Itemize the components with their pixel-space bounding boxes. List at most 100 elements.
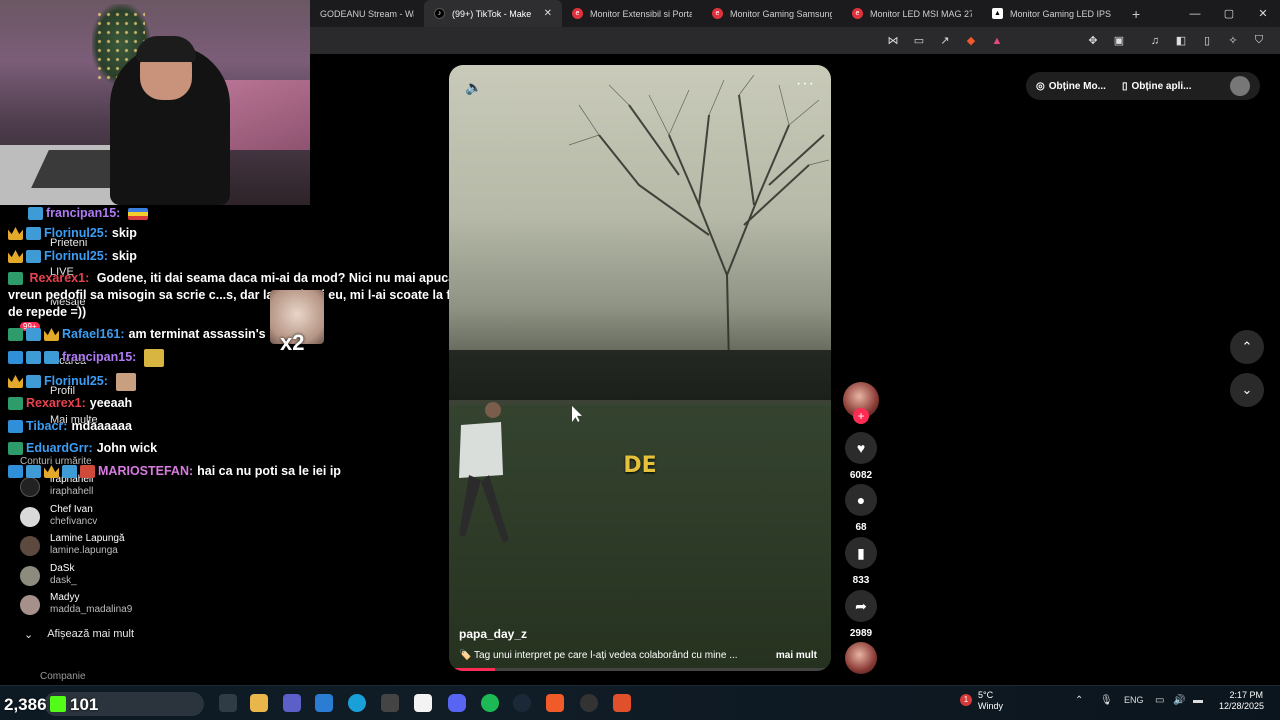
previous-video-button[interactable]: ⌃ [1230, 330, 1264, 364]
chat-message: francipan15: [8, 348, 165, 367]
chat-message: Florinul25: skip [8, 247, 137, 266]
microphone-icon[interactable]: 🎙 [1100, 695, 1113, 706]
weather-widget[interactable]: 1 5°C Windy [960, 690, 1003, 712]
volume-tray-icon[interactable]: 🔊 [1173, 695, 1185, 706]
kick-logo-icon [50, 696, 66, 712]
get-coins-button[interactable]: ◎ Obține Mo... [1036, 81, 1106, 92]
app-icon[interactable] [381, 694, 399, 712]
followed-account[interactable]: Chef Ivan chefivancv [20, 504, 220, 530]
comment-button[interactable]: ● 68 [842, 484, 880, 533]
chevron-up-icon: ⌃ [1241, 339, 1253, 354]
tab-label: (99+) TikTok - Make Y [452, 8, 533, 19]
brave-shield-icon[interactable]: ◆ [962, 34, 980, 47]
followed-account[interactable]: Madyy madda_madalina9 [20, 592, 220, 618]
tab-monitor-lg[interactable]: ▲ Monitor Gaming LED IPS [982, 0, 1122, 27]
author-avatar[interactable]: + [842, 382, 880, 424]
chat-username: Florinul25: [44, 374, 108, 388]
new-tab-button[interactable]: + [1122, 6, 1150, 22]
language-indicator[interactable]: ENG [1124, 695, 1144, 705]
minimize-button[interactable]: — [1178, 0, 1212, 27]
volume-icon[interactable]: 🔈 [465, 79, 482, 96]
cast-icon[interactable]: ▭ [910, 34, 928, 47]
teams-icon[interactable] [283, 694, 301, 712]
avatar [20, 507, 40, 527]
chat-message: Rexarex1: Godene, iti dai seama daca mi-… [8, 270, 470, 321]
tab-monitor-samsung[interactable]: e Monitor Gaming Samsung [702, 0, 842, 27]
share-button[interactable]: ➦ 2989 [842, 590, 880, 639]
weather-desc: Windy [978, 701, 1004, 711]
spotify-icon[interactable] [481, 694, 499, 712]
task-view-icon[interactable] [219, 694, 237, 712]
menu-icon[interactable]: ≡ [1276, 35, 1280, 47]
sidebar-toggle-icon[interactable]: ◧ [1172, 34, 1190, 47]
network-icon[interactable]: ▭ [1155, 695, 1164, 706]
save-button[interactable]: ▮ 833 [842, 537, 880, 586]
more-options-icon[interactable]: ··· [796, 75, 815, 93]
discord-icon[interactable] [448, 694, 466, 712]
subscriber-badge-icon [26, 465, 41, 478]
prime-badge-icon [8, 328, 23, 341]
windows-taskbar [0, 685, 1280, 720]
next-video-button[interactable]: ⌄ [1230, 373, 1264, 407]
subscriber-badge-icon [26, 351, 41, 364]
share-icon[interactable]: ↗ [936, 34, 954, 47]
crown-badge-icon [44, 465, 59, 478]
emag-favicon-icon: e [852, 8, 863, 19]
account-handle: chefivancv [50, 516, 98, 527]
tab-monitor-msi[interactable]: e Monitor LED MSI MAG 27 [842, 0, 982, 27]
footer-company[interactable]: Companie [40, 671, 86, 682]
tab-label: Monitor Gaming LED IPS [1010, 8, 1112, 19]
tab-godeanu-stream[interactable]: GODEANU Stream - Watc [310, 0, 424, 27]
see-more-link[interactable]: mai mult [776, 650, 817, 661]
verified-arrow-badge-icon [8, 351, 23, 364]
taskbar-clock[interactable]: 2:17 PM 12/28/2025 [1219, 690, 1264, 712]
toolbar-right-icons: ✥ ▣ ♫ ◧ ▯ ✧ ⛉ ≡ [1084, 34, 1280, 47]
tab-monitor-extensibil[interactable]: e Monitor Extensibil si Porta [562, 0, 702, 27]
battery-icon[interactable]: ▬ [1193, 695, 1203, 706]
avatar [20, 566, 40, 586]
close-tab-icon[interactable]: ✕ [544, 8, 552, 19]
followed-account[interactable]: DaSk dask_ [20, 563, 220, 589]
sound-avatar[interactable] [842, 642, 880, 674]
profile-avatar[interactable] [1230, 76, 1250, 96]
video-player[interactable]: 🔈 ··· DE papa_day_z 🏷️ Tag unui interpre… [449, 65, 831, 671]
get-app-button[interactable]: ▯ Obține apli... [1122, 81, 1192, 92]
show-more-button[interactable]: ⌄ Afișează mai mult [24, 628, 134, 641]
game-icon[interactable] [613, 694, 631, 712]
close-window-button[interactable]: ✕ [1246, 0, 1280, 27]
tab-tiktok[interactable]: ♪ (99+) TikTok - Make Y ✕ [424, 0, 562, 27]
show-more-label: Afișează mai mult [47, 628, 135, 640]
chat-username: Rexarex1: [26, 396, 86, 410]
bookmark-icon[interactable]: ▯ [1198, 34, 1216, 47]
save-count: 833 [852, 575, 870, 586]
crown-badge-icon [44, 328, 59, 341]
store-icon[interactable] [414, 694, 432, 712]
share-arrow-icon: ➦ [845, 590, 877, 622]
maximize-button[interactable]: ▢ [1212, 0, 1246, 27]
outlook-icon[interactable] [315, 694, 333, 712]
video-author[interactable]: papa_day_z [459, 627, 527, 641]
follow-plus-icon[interactable]: + [853, 408, 869, 424]
leo-ai-icon[interactable]: ✧ [1224, 34, 1242, 47]
edge-icon[interactable] [348, 694, 366, 712]
file-explorer-icon[interactable] [250, 694, 268, 712]
emag-favicon-icon: e [572, 8, 583, 19]
vpn-icon[interactable]: ⛉ [1250, 34, 1268, 47]
music-icon[interactable]: ♫ [1146, 35, 1164, 47]
brave-icon[interactable] [546, 694, 564, 712]
video-progress-bar[interactable] [449, 668, 831, 671]
steam-icon[interactable] [513, 694, 531, 712]
taskbar-search[interactable] [44, 692, 204, 716]
chat-message: MARIOSTEFAN: hai ca nu poti sa le iei ip [8, 462, 341, 481]
obs-icon[interactable] [580, 694, 598, 712]
chat-text: skip [111, 226, 137, 240]
followed-account[interactable]: Lamine Lapungă lamine.lapunga [20, 533, 220, 559]
screenshot-icon[interactable]: ▣ [1110, 34, 1128, 47]
extensions-icon[interactable]: ✥ [1084, 34, 1102, 47]
tray-chevron-up-icon[interactable]: ⌃ [1075, 695, 1083, 706]
like-button[interactable]: ♥ 6082 [842, 432, 880, 481]
brave-rewards-icon[interactable]: ▲ [988, 35, 1006, 47]
no-tracking-icon[interactable]: ⋈ [884, 34, 902, 47]
subscriber-badge-icon [26, 375, 41, 388]
music-disc-icon [845, 642, 877, 674]
